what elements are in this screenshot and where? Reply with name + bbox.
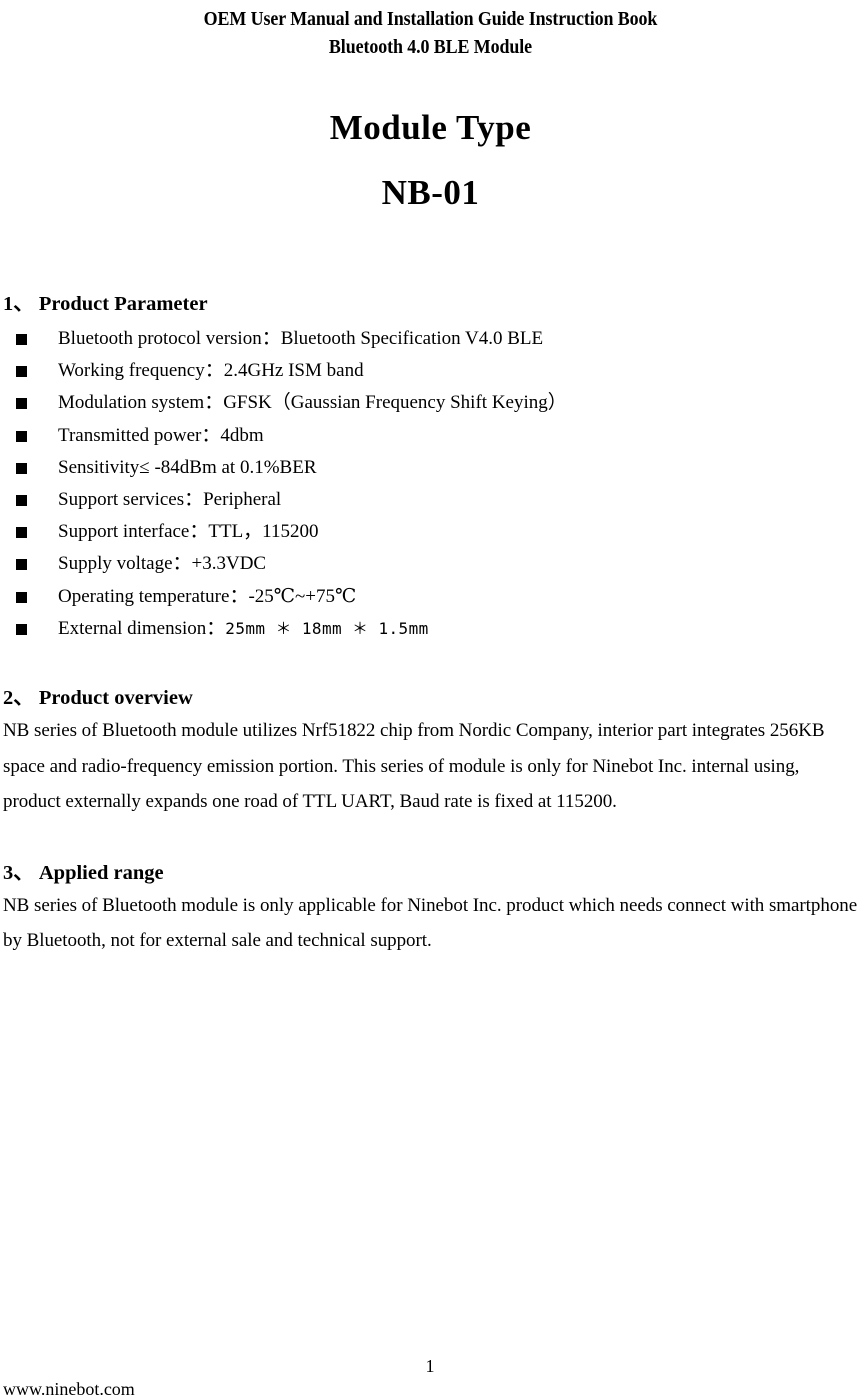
list-item: Support interface：TTL，115200 <box>3 516 858 548</box>
module-type-title: Module Type <box>329 108 532 147</box>
list-item-label: Supply voltage：+3.3VDC <box>58 553 267 575</box>
list-item: Modulation system：GFSK（Gaussian Frequenc… <box>3 387 858 419</box>
section-product-parameter: 1、 Product Parameter Bluetooth protocol … <box>3 291 858 645</box>
applied-range-paragraph: NB series of Bluetooth module is only ap… <box>3 894 858 952</box>
document-header: OEM User Manual and Installation Guide I… <box>3 0 858 62</box>
list-item-label: Bluetooth protocol version：Bluetooth Spe… <box>58 328 544 349</box>
document-page: OEM User Manual and Installation Guide I… <box>0 0 860 1399</box>
list-item-label: Working frequency：2.4GHz ISM band <box>58 360 364 382</box>
product-parameter-list: Bluetooth protocol version：Bluetooth Spe… <box>3 323 858 645</box>
list-item-label: Operating temperature：-25℃~+75℃ <box>58 585 357 607</box>
list-item-external-dimension: External dimension：25mm ＊ 18mm ＊ 1.5mm <box>3 613 858 645</box>
list-item-label: Sensitivity≤ -84dBm at 0.1%BER <box>58 456 317 478</box>
square-bullet-icon <box>16 559 27 571</box>
square-bullet-icon <box>16 334 27 345</box>
section-heading-product-parameter: 1、 Product Parameter <box>3 293 208 315</box>
document-header-line-1: OEM User Manual and Installation Guide I… <box>203 9 658 30</box>
section-heading-applied-range: 3、 Applied range <box>3 861 164 884</box>
list-item: Operating temperature：-25℃~+75℃ <box>3 581 858 613</box>
external-dimension-value: 25mm ＊ 18mm ＊ 1.5mm <box>225 618 429 638</box>
footer-website: www.ninebot.com <box>3 1379 135 1399</box>
list-item: Working frequency：2.4GHz ISM band <box>3 355 858 387</box>
section-heading-product-overview: 2、 Product overview <box>3 687 193 710</box>
list-item-label: External dimension： <box>58 617 226 639</box>
square-bullet-icon <box>16 591 27 603</box>
document-header-line-2: Bluetooth 4.0 BLE Module <box>328 37 533 58</box>
square-bullet-icon <box>16 527 27 539</box>
list-item-label: Support interface：TTL，115200 <box>58 521 319 543</box>
section-applied-range: 3、 Applied range NB series of Bluetooth … <box>3 860 858 959</box>
list-item: Support services：Peripheral <box>3 484 858 516</box>
list-item: Bluetooth protocol version：Bluetooth Spe… <box>3 323 858 355</box>
square-bullet-icon <box>16 462 27 474</box>
list-item-label: Support services：Peripheral <box>58 489 282 511</box>
module-title-block: Module Type NB-01 <box>3 104 858 217</box>
list-item-label: Transmitted power：4dbm <box>58 424 264 446</box>
list-item: Supply voltage：+3.3VDC <box>3 548 858 580</box>
section-product-overview: 2、 Product overview NB series of Bluetoo… <box>3 685 858 820</box>
page-number: 1 <box>425 1356 435 1376</box>
square-bullet-icon <box>16 366 27 378</box>
square-bullet-icon <box>16 495 27 507</box>
list-item: Transmitted power：4dbm <box>3 420 858 452</box>
list-item: Sensitivity≤ -84dBm at 0.1%BER <box>3 452 858 484</box>
square-bullet-icon <box>16 623 27 635</box>
square-bullet-icon <box>16 430 27 442</box>
product-overview-paragraph: NB series of Bluetooth module utilizes N… <box>3 720 825 813</box>
module-code-title: NB-01 <box>381 173 480 212</box>
list-item-label: Modulation system：GFSK（Gaussian Frequenc… <box>58 392 567 414</box>
square-bullet-icon <box>16 398 27 410</box>
